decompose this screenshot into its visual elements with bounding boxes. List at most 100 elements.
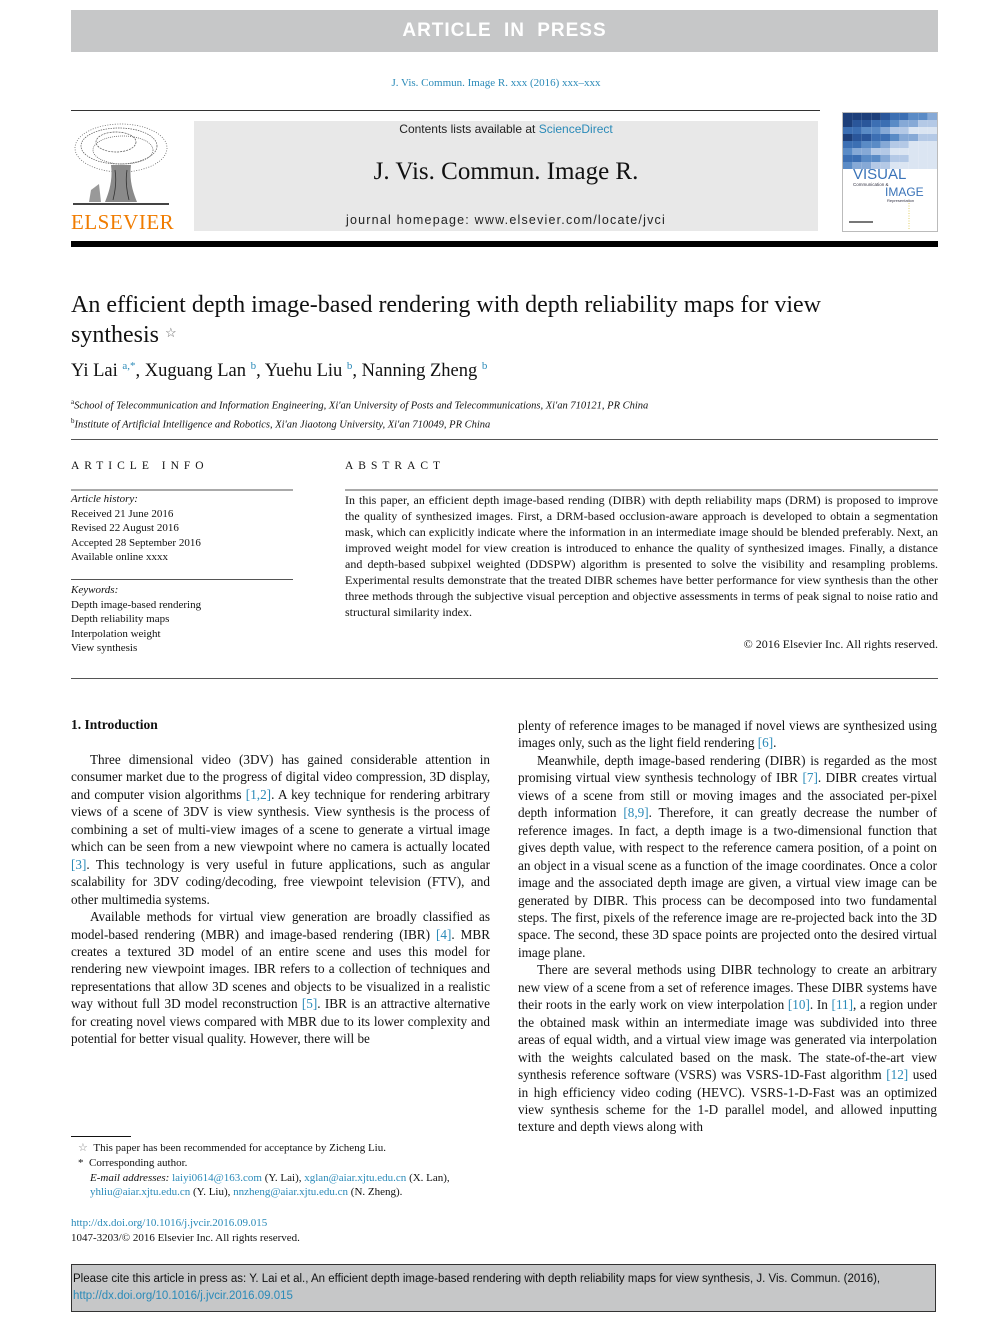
author-separator: ,: [135, 361, 145, 382]
sciencedirect-link[interactable]: ScienceDirect: [539, 122, 613, 136]
cover-mosaic-tile: [899, 127, 909, 134]
cover-mosaic-tile: [890, 113, 900, 120]
keywords-label: Keywords:: [71, 584, 119, 596]
journal-cover-thumbnail[interactable]: VISUAL Communication & IMAGE Representat…: [842, 112, 938, 232]
citation-link[interactable]: [3]: [71, 857, 86, 872]
footnote-star-icon: ☆: [78, 1142, 88, 1154]
cover-mosaic-tile: [843, 155, 853, 162]
citation-link[interactable]: [6]: [758, 735, 773, 750]
cover-mosaic-tile: [852, 113, 862, 120]
cover-mosaic-tile: [899, 141, 909, 148]
cover-mosaic-tile: [843, 141, 853, 148]
cover-mosaic-tile: [908, 113, 919, 120]
body-paragraph: Three dimensional video (3DV) has gained…: [71, 751, 490, 908]
email-owner: (Y. Liu),: [190, 1186, 234, 1199]
author-separator: ,: [352, 361, 362, 382]
author-affiliation-mark[interactable]: a,*: [122, 360, 135, 372]
cover-mosaic-tile: [861, 134, 872, 141]
citation-link[interactable]: [10]: [788, 997, 810, 1012]
article-history: Article history: Received 21 June 2016 R…: [71, 492, 201, 565]
cover-mosaic-tile: [908, 120, 919, 127]
author-separator: ,: [256, 361, 265, 382]
cover-representation-text: Representation: [887, 198, 914, 203]
cover-mosaic-tile: [843, 148, 853, 155]
email-owner: (N. Zheng).: [348, 1186, 403, 1199]
citation-link[interactable]: [4]: [436, 927, 451, 942]
cover-mosaic-tile: [852, 155, 862, 162]
elsevier-wordmark: ELSEVIER: [71, 210, 175, 234]
keywords-block: Keywords: Depth image-based rendering De…: [71, 583, 201, 656]
journal-homepage-url[interactable]: www.elsevier.com/locate/jvci: [475, 213, 666, 227]
body-column-left: Three dimensional video (3DV) has gained…: [71, 751, 490, 1048]
body-paragraph: There are several methods using DIBR tec…: [518, 961, 937, 1136]
doi-block: http://dx.doi.org/10.1016/j.jvcir.2016.0…: [71, 1216, 300, 1246]
cover-visual-text: VISUAL: [853, 166, 906, 183]
cover-mosaic-tile: [927, 155, 937, 162]
author-name[interactable]: Yi Lai: [71, 361, 122, 381]
footnote-corresponding: * Corresponding author.: [78, 1156, 188, 1169]
citation-link[interactable]: [8,9]: [623, 805, 648, 820]
cover-image-text: IMAGE: [885, 185, 924, 199]
email-label: E-mail addresses:: [90, 1171, 170, 1184]
cover-mosaic-tile: [880, 120, 890, 127]
footnote-divider: [71, 1136, 131, 1137]
author-name[interactable]: Xuguang Lan: [145, 361, 251, 381]
author-name[interactable]: Yuehu Liu: [265, 361, 347, 381]
history-revised: Revised 22 August 2016: [71, 522, 179, 534]
article-title: An efficient depth image-based rendering…: [71, 292, 821, 348]
cover-mosaic-tile: [871, 134, 881, 141]
citation-link[interactable]: [12]: [886, 1067, 908, 1082]
cover-mosaic-tile: [908, 162, 919, 169]
abstract-heading: ABSTRACT: [345, 460, 446, 472]
cover-mosaic-tile: [880, 148, 890, 155]
citation-link[interactable]: [7]: [802, 770, 817, 785]
cover-mosaic-tile: [890, 127, 900, 134]
cover-mosaic-tile: [871, 141, 881, 148]
citation-link[interactable]: [5]: [302, 996, 317, 1011]
cover-mosaic-tile: [908, 134, 919, 141]
cover-mosaic-tile: [861, 141, 872, 148]
journal-homepage-line: journal homepage: www.elsevier.com/locat…: [346, 213, 666, 227]
cover-mosaic-tile: [861, 120, 872, 127]
keyword-item: Interpolation weight: [71, 627, 161, 640]
cover-mosaic-tile: [871, 155, 881, 162]
author-affiliation-mark[interactable]: b: [482, 360, 488, 372]
cover-mosaic-tile: [852, 134, 862, 141]
title-footnote-star-icon[interactable]: ☆: [165, 325, 177, 340]
keyword-item: Depth image-based rendering: [71, 598, 202, 611]
cite-doi-link[interactable]: http://dx.doi.org/10.1016/j.jvcir.2016.0…: [73, 1290, 293, 1302]
cite-this-article-box: Please cite this article in press as: Y.…: [71, 1264, 936, 1312]
email-link[interactable]: laiyi0614@163.com: [172, 1172, 262, 1184]
cover-communication-text: Communication &: [853, 182, 889, 187]
citation-link[interactable]: [1,2]: [246, 787, 271, 802]
affiliation-a: aSchool of Telecommunication and Informa…: [71, 398, 649, 412]
cover-mosaic-tile: [880, 155, 890, 162]
cover-mosaic-tile: [871, 127, 881, 134]
header-bottom-divider: [71, 439, 938, 440]
email-link[interactable]: nnzheng@aiar.xjtu.edu.cn: [233, 1186, 348, 1198]
keyword-item: Depth reliability maps: [71, 613, 170, 625]
abstract-copyright: © 2016 Elsevier Inc. All rights reserved…: [743, 637, 938, 651]
doi-link[interactable]: http://dx.doi.org/10.1016/j.jvcir.2016.0…: [71, 1217, 267, 1229]
masthead-thick-rule: [71, 241, 938, 247]
email-link[interactable]: xglan@aiar.xjtu.edu.cn: [304, 1172, 406, 1184]
cover-mosaic-tile: [890, 134, 900, 141]
email-link[interactable]: yhliu@aiar.xjtu.edu.cn: [90, 1186, 190, 1198]
author-name[interactable]: Nanning Zheng: [362, 361, 482, 381]
cover-mosaic-tile: [918, 141, 928, 148]
section-heading-introduction: 1. Introduction: [71, 717, 158, 732]
cover-mosaic-tile: [880, 141, 890, 148]
affiliations: aSchool of Telecommunication and Informa…: [71, 395, 648, 432]
cover-mosaic-tile: [890, 155, 900, 162]
cover-mosaic-tile: [908, 155, 919, 162]
journal-reference-link[interactable]: J. Vis. Commun. Image R. xxx (2016) xxx–…: [0, 77, 992, 89]
citation-link[interactable]: [11]: [832, 997, 853, 1012]
cover-mosaic-tile: [890, 141, 900, 148]
banner-text: ARTICLE IN PRESS: [402, 20, 607, 41]
cover-mosaic-tile: [852, 120, 862, 127]
cover-mosaic-tile: [899, 134, 909, 141]
cover-mosaic-tile: [918, 134, 928, 141]
cover-mosaic-tile: [880, 113, 890, 120]
cover-mosaic-tile: [843, 113, 853, 120]
contents-line: Contents lists available at ScienceDirec…: [399, 122, 613, 136]
